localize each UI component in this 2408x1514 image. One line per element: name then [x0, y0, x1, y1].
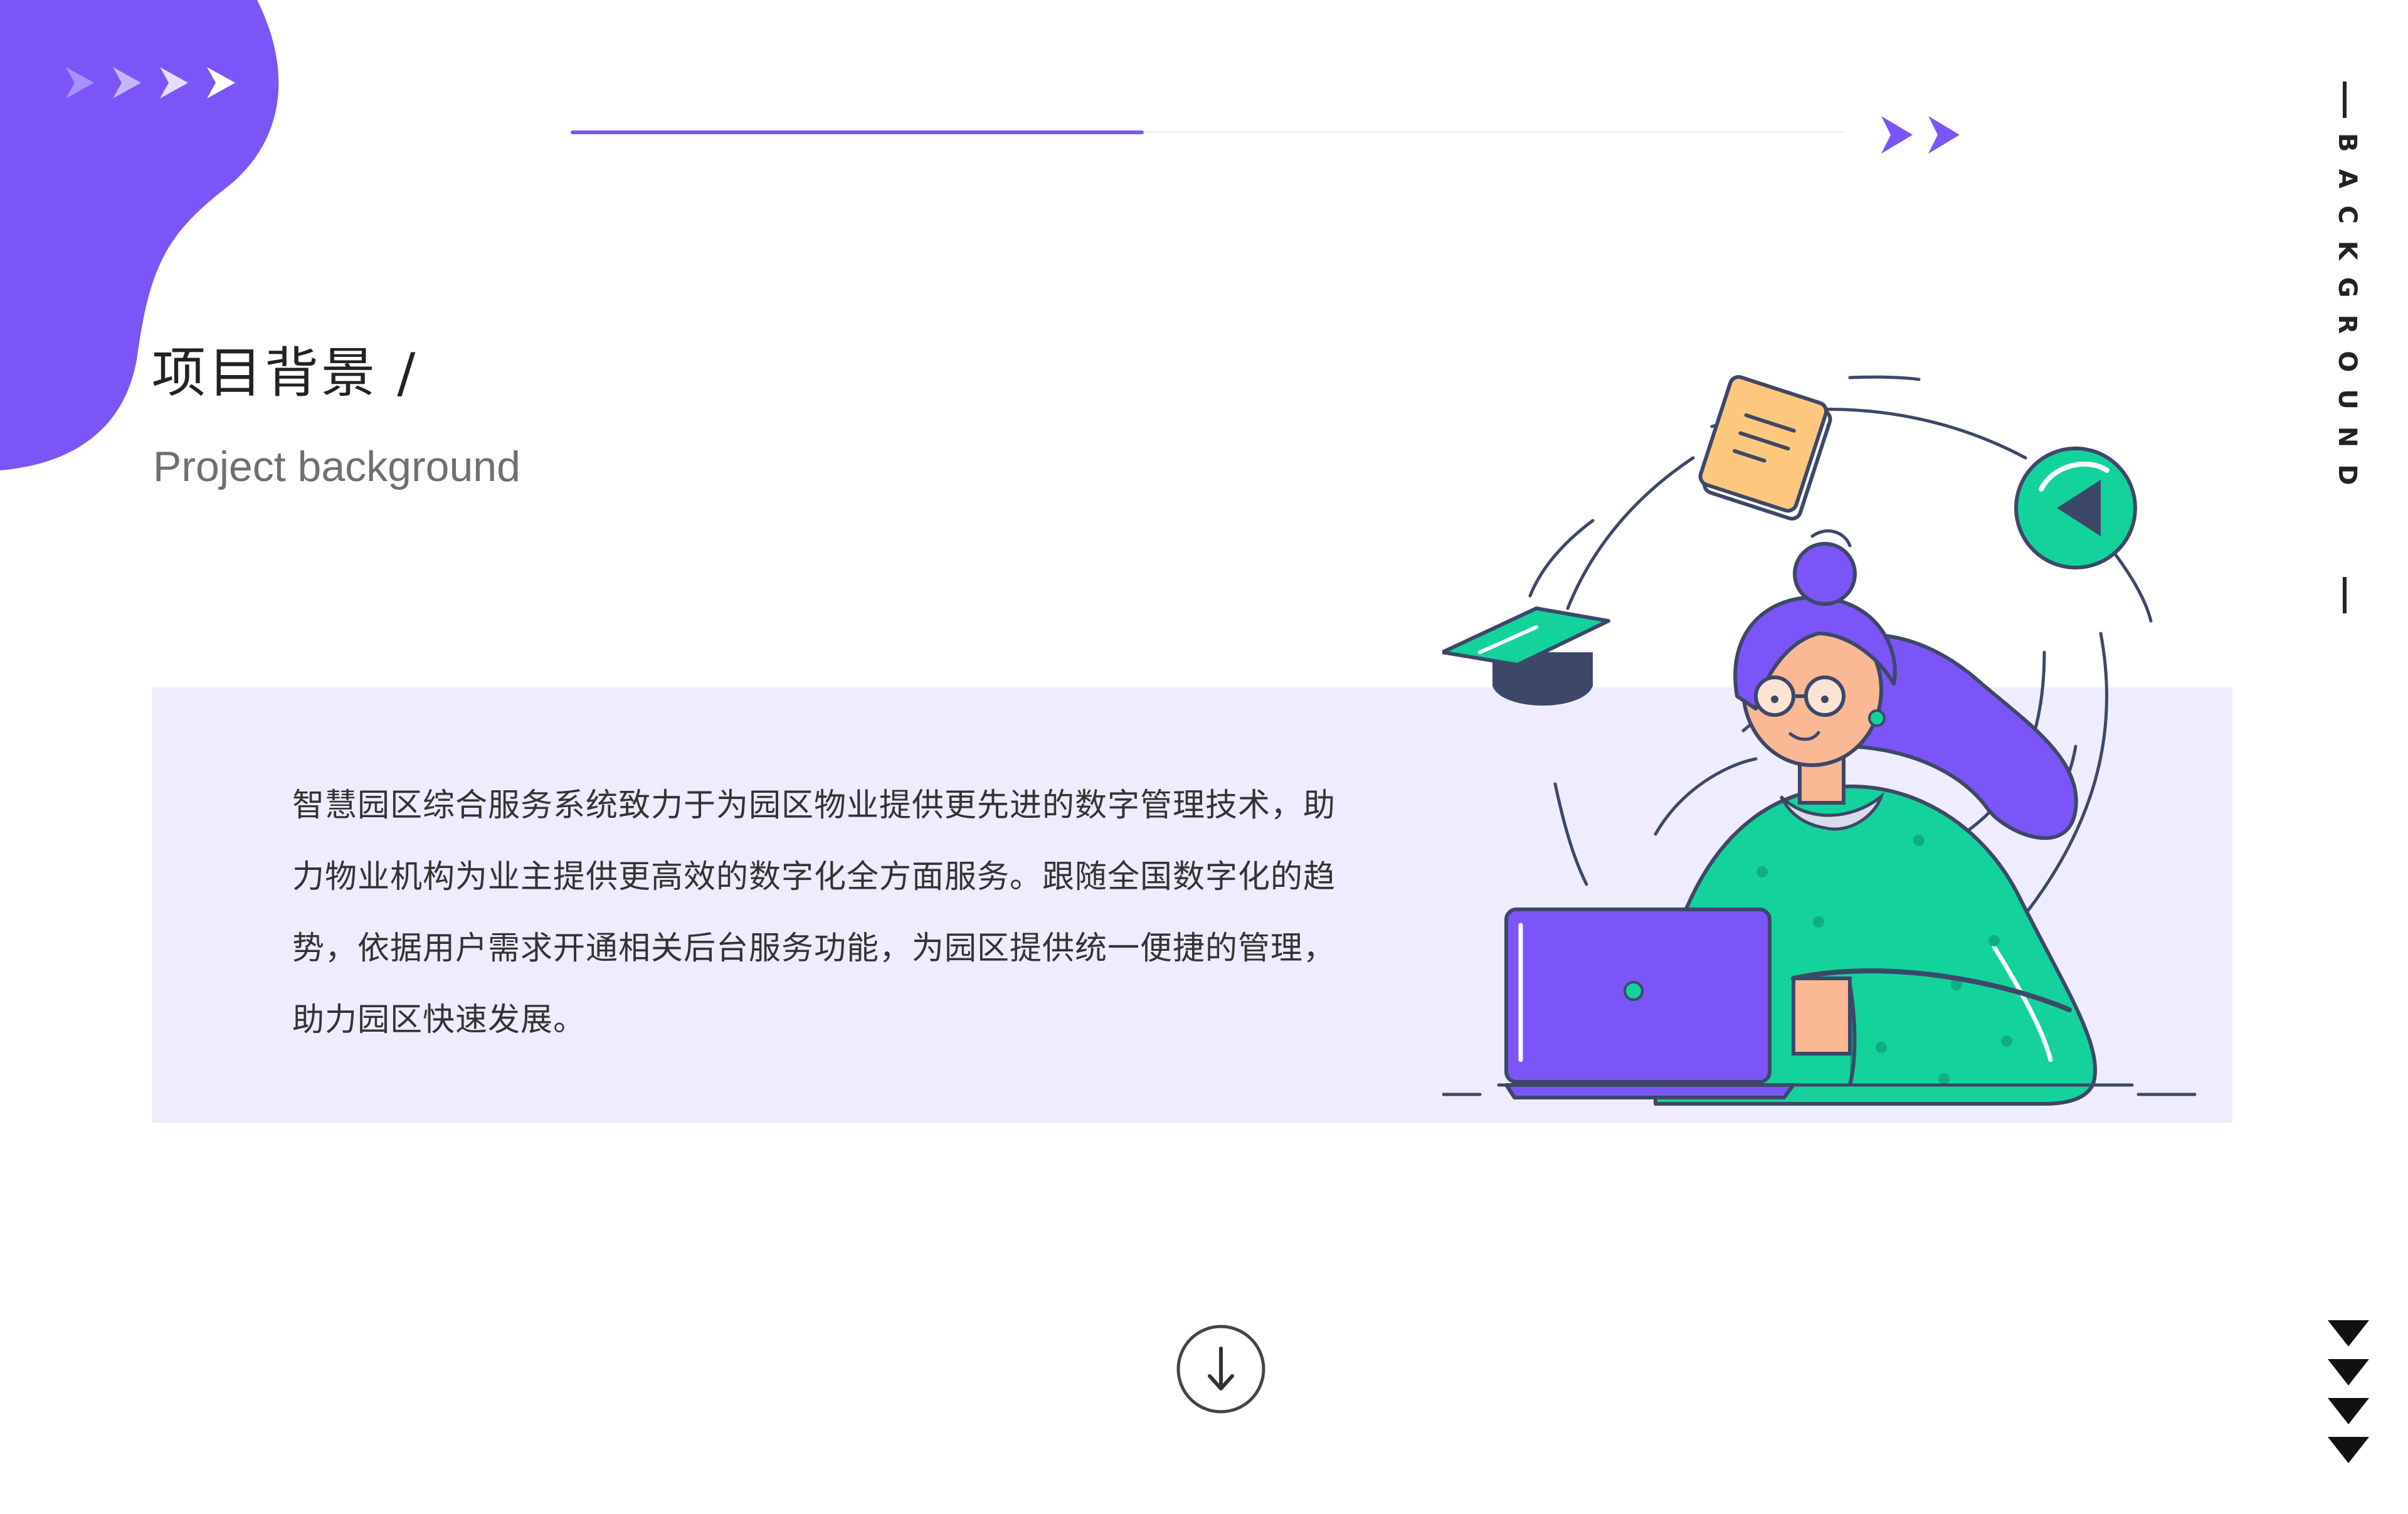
side-dash-top [2343, 82, 2347, 118]
side-dash-bottom [2343, 577, 2347, 613]
scroll-down-button[interactable] [1175, 1323, 1267, 1415]
top-arrows-icon [66, 67, 235, 98]
page-title: 项目背景 / [152, 342, 418, 405]
side-section-label: BACKGROUND [2320, 82, 2370, 621]
woman-laptop-illustration [1442, 375, 2197, 1106]
background-paragraph: 智慧园区综合服务系统致力于为园区物业提供更先进的数字管理技术，助力物业机构为业主… [292, 787, 1336, 1039]
progress-fill [571, 130, 1144, 134]
chevron-down-icon [2328, 1320, 2369, 1463]
side-label-text: BACKGROUND [2333, 133, 2362, 502]
page-progress-bar [571, 130, 1844, 134]
double-chevron-right-icon [1881, 116, 1960, 154]
page-subtitle: Project background [153, 443, 520, 490]
